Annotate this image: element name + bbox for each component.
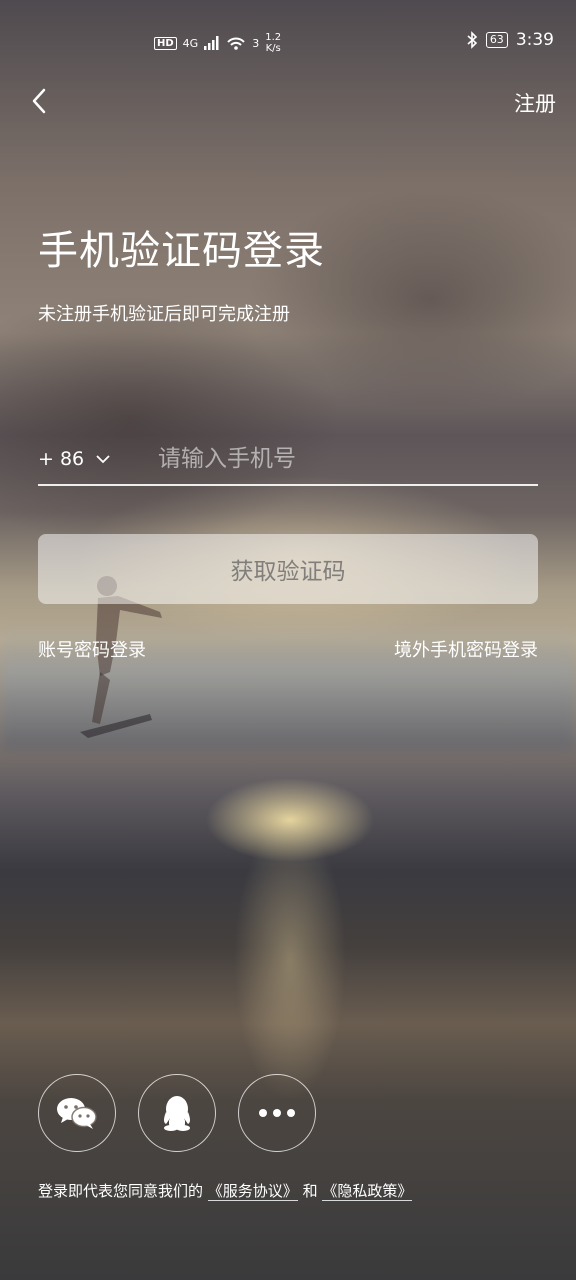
page-subtitle: 未注册手机验证后即可完成注册 xyxy=(38,304,290,325)
qq-icon xyxy=(164,1096,190,1131)
status-bar: HD 4G 3 1.2 K/s 63 3:39 xyxy=(0,28,576,60)
speed-unit: K/s xyxy=(265,43,281,54)
page-title: 手机验证码登录 xyxy=(38,228,325,274)
wechat-icon xyxy=(57,1098,97,1129)
phone-input-row: + 86 xyxy=(38,436,538,486)
battery-icon: 63 xyxy=(485,32,508,48)
phone-input[interactable] xyxy=(156,438,530,480)
status-left: HD 4G 3 1.2 K/s xyxy=(154,32,281,54)
cell-signal-icon xyxy=(204,36,219,50)
agreement-prefix: 登录即代表您同意我们的 xyxy=(38,1182,204,1200)
signal-sup: 3 xyxy=(252,36,260,50)
network-speed: 1.2 K/s xyxy=(265,32,281,54)
clock: 3:39 xyxy=(515,30,554,50)
hd-icon: HD xyxy=(154,36,177,50)
account-password-login-link[interactable]: 账号密码登录 xyxy=(38,636,146,662)
network-type: 4G xyxy=(182,36,199,50)
country-code: + 86 xyxy=(38,448,85,470)
more-icon xyxy=(259,1109,295,1117)
wechat-login-button[interactable] xyxy=(38,1074,116,1152)
get-code-button[interactable]: 获取验证码 xyxy=(38,534,538,604)
back-arrow-icon[interactable] xyxy=(26,86,56,116)
wifi-icon xyxy=(227,37,245,50)
agreement-text: 登录即代表您同意我们的 《服务协议》 和 《隐私政策》 xyxy=(38,1180,413,1201)
overseas-phone-login-link[interactable]: 境外手机密码登录 xyxy=(394,636,538,662)
register-link[interactable]: 注册 xyxy=(514,88,556,118)
chevron-down-icon xyxy=(96,455,110,464)
agreement-and: 和 xyxy=(302,1182,318,1200)
bluetooth-icon xyxy=(467,31,477,49)
more-login-button[interactable] xyxy=(238,1074,316,1152)
service-agreement-link[interactable]: 《服务协议》 xyxy=(207,1182,298,1201)
qq-login-button[interactable] xyxy=(138,1074,216,1152)
status-right: 63 3:39 xyxy=(466,30,554,50)
speed-value: 1.2 xyxy=(265,32,282,43)
country-code-selector[interactable]: + 86 xyxy=(38,448,110,470)
privacy-policy-link[interactable]: 《隐私政策》 xyxy=(322,1182,413,1201)
